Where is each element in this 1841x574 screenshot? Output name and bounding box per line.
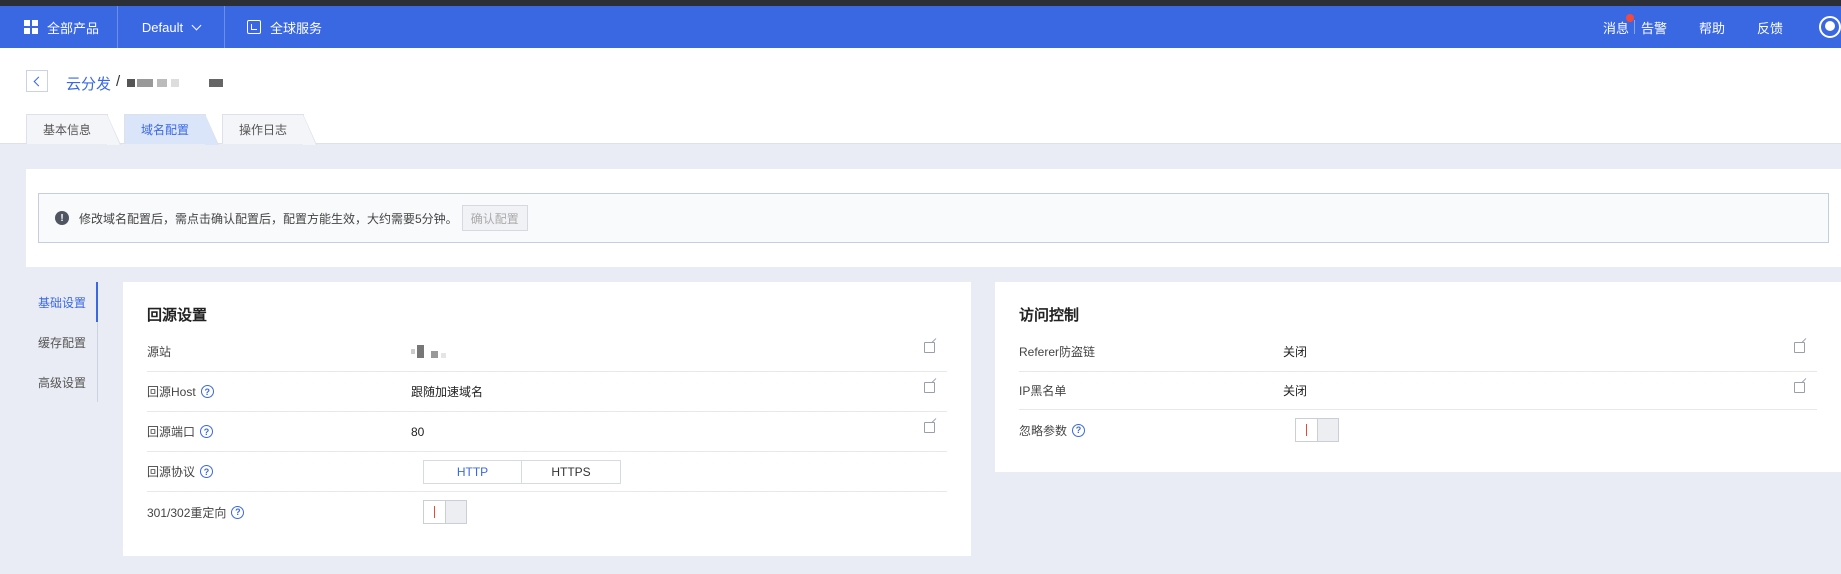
ignore-params-row: 忽略参数? [1019, 410, 1817, 450]
navbar-right: 消息 告警 帮助 反馈 [1591, 6, 1841, 48]
messages-link[interactable]: 消息 [1602, 13, 1634, 37]
help-link[interactable]: 帮助 [1699, 18, 1725, 37]
origin-settings-panel: 回源设置 源站 回源Host? 跟随加速域名 回源端口? 80 回源协议? HT… [123, 282, 971, 556]
global-services-menu[interactable]: 全球服务 [225, 6, 322, 48]
help-icon[interactable]: ? [200, 425, 214, 438]
row-label: 忽略参数 [1019, 423, 1068, 438]
tab-label: 域名配置 [141, 123, 190, 137]
redirect-toggle[interactable] [423, 500, 467, 524]
all-products-label: 全部产品 [47, 20, 100, 36]
chevron-down-icon [191, 20, 202, 30]
row-label: 301/302重定向 [147, 505, 227, 520]
alarm-link[interactable]: 告警 [1641, 18, 1667, 37]
global-services-label: 全球服务 [270, 20, 323, 36]
redacted-domain-name [127, 79, 225, 87]
help-icon[interactable]: ? [231, 505, 245, 519]
panel-title: 回源设置 [147, 307, 208, 324]
back-button[interactable] [26, 70, 48, 92]
edit-icon[interactable] [924, 422, 935, 433]
tab-operation-log[interactable]: 操作日志 [222, 114, 318, 145]
project-label: Default [141, 19, 184, 35]
edit-icon[interactable] [924, 342, 935, 353]
notice-card: ! 修改域名配置后，需点击确认配置后，配置方能生效，大约需要5分钟。 确认配置 [26, 169, 1841, 267]
page-header: 云分发 / 基本信息 域名配置 操作日志 [0, 48, 1841, 145]
settings-sidenav: 基础设置 缓存配置 高级设置 [26, 282, 98, 402]
row-label: IP黑名单 [1019, 384, 1067, 398]
protocol-option-http[interactable]: HTTP [424, 460, 522, 483]
toggle-knob [1296, 419, 1318, 441]
sidenav-label: 缓存配置 [38, 335, 87, 350]
redacted-origin-value [411, 344, 461, 359]
help-icon[interactable]: ? [200, 385, 214, 398]
row-label: 回源Host [147, 385, 196, 399]
row-label-wrap: 301/302重定向? [147, 504, 411, 521]
sidenav-label: 基础设置 [38, 295, 87, 310]
all-products-menu[interactable]: 全部产品 [0, 6, 118, 48]
origin-host-value: 跟随加速域名 [411, 385, 484, 399]
tab-domain-config[interactable]: 域名配置 [124, 114, 220, 145]
panel-title: 访问控制 [1019, 307, 1080, 324]
tab-label: 基本信息 [43, 123, 92, 137]
protocol-option-https[interactable]: HTTPS [522, 461, 620, 483]
access-control-panel: 访问控制 Referer防盗链 关闭 IP黑名单 关闭 忽略参数? [995, 282, 1841, 472]
sidenav-item-basic[interactable]: 基础设置 [26, 282, 98, 322]
protocol-segmented-control: HTTP HTTPS [423, 459, 621, 484]
row-label: 回源端口 [147, 425, 196, 439]
breadcrumb-root[interactable]: 云分发 [66, 73, 111, 94]
edit-icon[interactable] [924, 382, 935, 393]
origin-host-row: 回源Host? 跟随加速域名 [147, 372, 947, 412]
feedback-link[interactable]: 反馈 [1757, 18, 1783, 37]
ip-blacklist-value: 关闭 [1283, 384, 1308, 398]
top-navbar: 全部产品 Default 全球服务 消息 告警 帮助 反馈 [0, 6, 1841, 48]
edit-icon[interactable] [1794, 342, 1805, 353]
row-label-wrap: 回源协议? [147, 463, 411, 480]
global-services-icon [247, 20, 261, 34]
row-label-wrap: 回源Host? [147, 383, 411, 400]
unread-dot [1625, 13, 1634, 22]
notice-text: 修改域名配置后，需点击确认配置后，配置方能生效，大约需要5分钟。 [79, 211, 458, 226]
sidenav-item-cache[interactable]: 缓存配置 [26, 322, 98, 362]
help-icon[interactable]: ? [200, 465, 214, 478]
origin-row: 源站 [147, 332, 947, 372]
tab-basic-info[interactable]: 基本信息 [26, 114, 122, 145]
help-icon[interactable]: ? [1072, 423, 1086, 437]
redirect-row: 301/302重定向? [147, 492, 947, 532]
tab-label: 操作日志 [239, 123, 288, 137]
row-label: 源站 [147, 345, 172, 359]
toggle-knob [424, 501, 446, 523]
row-label-wrap: 回源端口? [147, 423, 411, 440]
origin-port-value: 80 [411, 424, 425, 439]
avatar[interactable] [1819, 16, 1841, 38]
sidenav-label: 高级设置 [38, 375, 87, 390]
row-label: 回源协议 [147, 465, 196, 479]
edit-icon[interactable] [1794, 382, 1805, 393]
messages-label: 消息 [1602, 20, 1629, 36]
notice-box: ! 修改域名配置后，需点击确认配置后，配置方能生效，大约需要5分钟。 确认配置 [38, 193, 1829, 243]
chevron-left-icon [33, 76, 44, 86]
ip-blacklist-row: IP黑名单 关闭 [1019, 372, 1817, 410]
project-selector[interactable]: Default [118, 6, 225, 48]
ignore-params-toggle[interactable] [1295, 418, 1339, 442]
confirm-config-button[interactable]: 确认配置 [461, 205, 528, 231]
breadcrumb-separator: / [116, 73, 121, 90]
tab-bar: 基本信息 域名配置 操作日志 [26, 114, 320, 145]
origin-port-row: 回源端口? 80 [147, 412, 947, 452]
sidenav-item-advanced[interactable]: 高级设置 [26, 362, 98, 402]
nav-divider [1633, 20, 1635, 34]
row-label: Referer防盗链 [1019, 345, 1096, 359]
origin-protocol-row: 回源协议? HTTP HTTPS [147, 452, 947, 492]
referer-value: 关闭 [1283, 345, 1308, 359]
row-label-wrap: 忽略参数? [1019, 422, 1283, 439]
info-icon: ! [55, 211, 69, 225]
referer-row: Referer防盗链 关闭 [1019, 332, 1817, 372]
grid-icon [24, 20, 38, 34]
